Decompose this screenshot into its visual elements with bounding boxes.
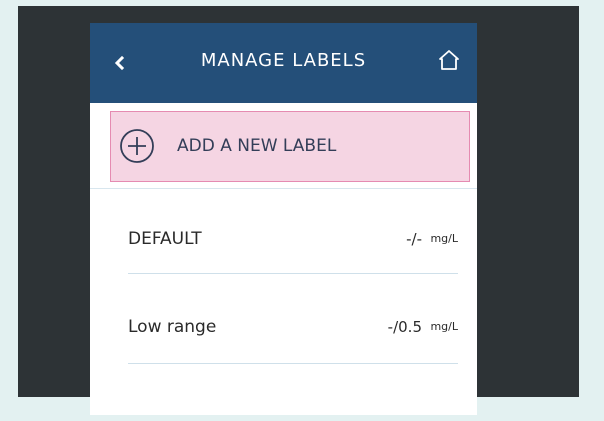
device-screen: MANAGE LABELS ADD A NEW LABEL DEFAULT -/… <box>90 23 477 415</box>
back-button[interactable] <box>104 47 136 79</box>
home-button[interactable] <box>432 43 466 77</box>
label-value: -/- <box>406 230 422 248</box>
add-new-label-text: ADD A NEW LABEL <box>177 136 337 156</box>
plus-circle-icon <box>120 129 154 163</box>
row-divider <box>128 273 458 274</box>
label-value: -/0.5 <box>387 318 422 336</box>
home-icon <box>439 50 459 70</box>
header-bar: MANAGE LABELS <box>90 23 477 103</box>
label-unit: mg/L <box>430 232 458 245</box>
label-unit: mg/L <box>430 320 458 333</box>
chevron-left-icon <box>114 56 125 70</box>
page-title: MANAGE LABELS <box>200 50 367 71</box>
label-name: Low range <box>128 317 217 337</box>
label-row-default[interactable]: DEFAULT -/- mg/L <box>128 213 458 273</box>
row-divider <box>128 363 458 364</box>
label-row-low-range[interactable]: Low range -/0.5 mg/L <box>128 301 458 361</box>
add-label-section: ADD A NEW LABEL <box>90 103 477 189</box>
add-new-label-button[interactable]: ADD A NEW LABEL <box>110 111 470 182</box>
label-name: DEFAULT <box>128 229 202 249</box>
